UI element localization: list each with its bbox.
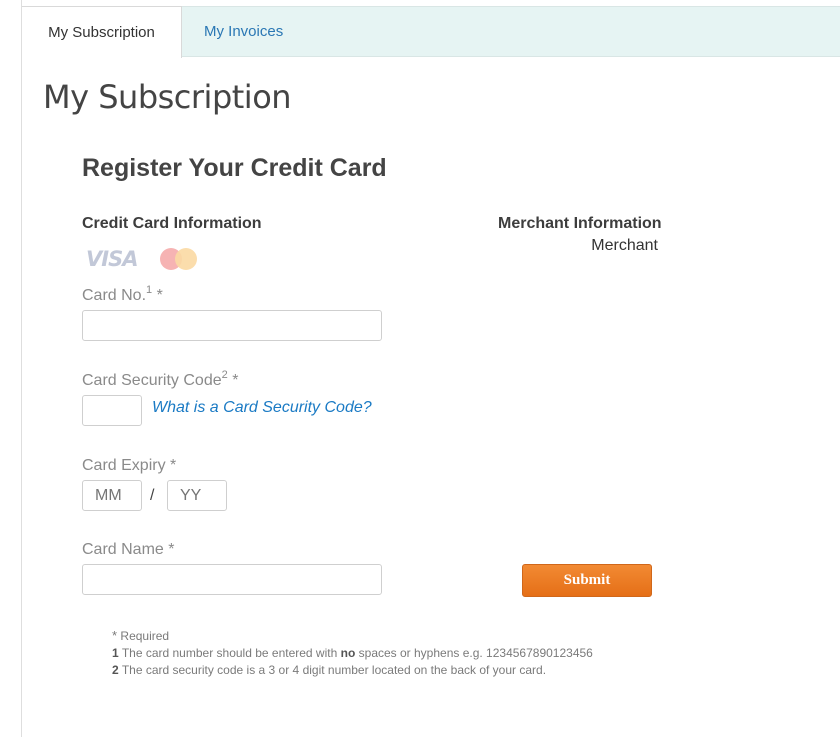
page-title: My Subscription: [43, 78, 292, 116]
security-code-input[interactable]: [82, 395, 142, 426]
expiry-month-input[interactable]: [82, 480, 142, 511]
visa-logo-icon: VISA: [86, 247, 138, 271]
card-no-label: Card No.1 *: [82, 284, 163, 305]
tab-my-subscription[interactable]: My Subscription: [22, 6, 182, 58]
footnote-1-post: spaces or hyphens e.g. 1234567890123456: [358, 646, 593, 660]
required-mark: *: [156, 287, 163, 304]
footnote-1: 1 The card number should be entered with…: [112, 645, 593, 662]
expiry-year-input[interactable]: [167, 480, 227, 511]
footnotes: * Required 1 The card number should be e…: [112, 627, 593, 679]
required-note: * Required: [112, 627, 593, 645]
security-code-label: Card Security Code2 *: [82, 369, 239, 390]
merchant-name: Merchant: [591, 237, 658, 254]
expiry-separator: /: [150, 487, 155, 504]
card-expiry-label: Card Expiry *: [82, 457, 176, 475]
required-mark: *: [170, 457, 177, 474]
required-star: *: [112, 628, 118, 643]
required-mark: *: [232, 372, 239, 389]
footnote-2-number: 2: [112, 663, 119, 677]
left-divider: [21, 0, 22, 737]
required-note-text: Required: [120, 629, 170, 643]
tab-bar: My Subscription My Invoices: [22, 6, 840, 58]
security-code-help-link[interactable]: What is a Card Security Code?: [152, 399, 372, 417]
footnote-1-bold: no: [340, 646, 356, 660]
credit-card-info-heading: Credit Card Information: [82, 215, 262, 232]
footnote-2: 2 The card security code is a 3 or 4 dig…: [112, 662, 593, 679]
card-name-label: Card Name *: [82, 541, 175, 559]
card-name-label-text: Card Name: [82, 541, 164, 558]
merchant-info-heading: Merchant Information: [498, 215, 662, 232]
footnote-2-text: The card security code is a 3 or 4 digit…: [121, 663, 547, 677]
required-mark: *: [168, 541, 175, 558]
card-no-label-text: Card No.: [82, 287, 147, 304]
card-no-footnote: 1: [146, 284, 153, 296]
security-code-footnote: 2: [221, 369, 228, 381]
submit-button[interactable]: Submit: [522, 564, 652, 597]
mastercard-right-circle: [175, 248, 197, 270]
mastercard-logo-icon: [160, 248, 198, 270]
card-no-input[interactable]: [82, 310, 382, 341]
footnote-1-number: 1: [112, 646, 119, 660]
card-expiry-label-text: Card Expiry: [82, 457, 166, 474]
card-name-input[interactable]: [82, 564, 382, 595]
tab-my-invoices[interactable]: My Invoices: [204, 6, 283, 58]
security-code-label-text: Card Security Code: [82, 372, 222, 389]
form-heading: Register Your Credit Card: [82, 154, 387, 182]
footnote-1-pre: The card number should be entered with: [121, 646, 338, 660]
